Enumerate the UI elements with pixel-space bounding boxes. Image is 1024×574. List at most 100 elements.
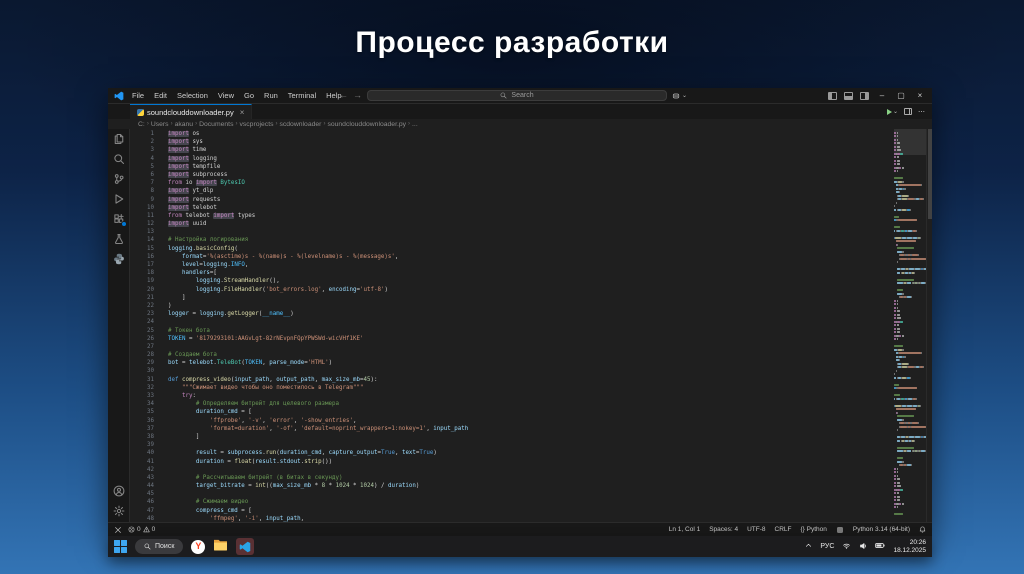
- code-line[interactable]: 17 level=logging.INFO,: [130, 261, 894, 269]
- code-line[interactable]: 3 import time: [130, 146, 894, 154]
- testing-icon[interactable]: [112, 232, 126, 246]
- run-python-file-button[interactable]: ⌄: [886, 108, 898, 115]
- maximize-button[interactable]: ▢: [895, 91, 907, 100]
- breadcrumb[interactable]: C: › Users › akanu › Documents › vscprojects › scd…: [108, 119, 932, 129]
- breadcrumb-item[interactable]: ...: [412, 121, 418, 128]
- code-line[interactable]: 42: [130, 466, 894, 474]
- code-line[interactable]: 10 import telebot: [130, 204, 894, 212]
- scrollbar-thumb[interactable]: [928, 129, 932, 219]
- python-interpreter-button[interactable]: Python 3.14 (64-bit): [853, 526, 910, 533]
- menu-item-run[interactable]: Run: [260, 89, 282, 102]
- code-line[interactable]: 40 result = subprocess.run(duration_cmd,…: [130, 449, 894, 457]
- code-line[interactable]: 26 TOKEN = '8179293101:AAGvLgt-82rNEvpnFQ…: [130, 335, 894, 343]
- toggle-sidebar-button[interactable]: [828, 91, 837, 100]
- yandex-browser-icon[interactable]: Y: [191, 539, 206, 554]
- code-line[interactable]: 34 # Определяем битрейт для целевого раз…: [130, 400, 894, 408]
- formatter-button[interactable]: [836, 526, 844, 534]
- back-arrow-icon[interactable]: ←: [339, 91, 348, 100]
- tab-close-icon[interactable]: ×: [240, 108, 245, 117]
- code-line[interactable]: 14 # Настройка логирования: [130, 236, 894, 244]
- code-line[interactable]: 46 # Сжимаем видео: [130, 498, 894, 506]
- code-line[interactable]: 31 def compress_video(input_path, output_…: [130, 376, 894, 384]
- code-line[interactable]: 21 ]: [130, 294, 894, 302]
- forward-arrow-icon[interactable]: →: [353, 91, 362, 100]
- breadcrumb-item[interactable]: vscprojects: [239, 121, 273, 128]
- tab-soundclouddownloader[interactable]: soundclouddownloader.py ×: [130, 104, 253, 119]
- code-line[interactable]: 24: [130, 318, 894, 326]
- code-line[interactable]: 33 try:: [130, 392, 894, 400]
- problems-button[interactable]: 0 0: [128, 526, 155, 533]
- taskbar-search[interactable]: Поиск: [135, 539, 184, 554]
- code-line[interactable]: 38 ]: [130, 433, 894, 441]
- minimap[interactable]: [894, 129, 926, 522]
- menu-item-view[interactable]: View: [214, 89, 238, 102]
- editor[interactable]: 1 import os 2 import sys 3 import time 4 import…: [130, 129, 894, 522]
- code-line[interactable]: 11 from telebot import types: [130, 212, 894, 220]
- code-line[interactable]: 35 duration_cmd = [: [130, 408, 894, 416]
- menu-item-terminal[interactable]: Terminal: [284, 89, 320, 102]
- wifi-icon[interactable]: [842, 542, 851, 552]
- breadcrumb-item[interactable]: Users: [151, 121, 169, 128]
- source-control-icon[interactable]: [112, 172, 126, 186]
- code-line[interactable]: 6 import subprocess: [130, 171, 894, 179]
- menu-item-selection[interactable]: Selection: [173, 89, 212, 102]
- close-button[interactable]: ×: [914, 91, 926, 100]
- code-line[interactable]: 28 # Создаем бота: [130, 351, 894, 359]
- run-debug-icon[interactable]: [112, 192, 126, 206]
- taskbar-clock[interactable]: 20:26 18.12.2025: [893, 539, 926, 555]
- breadcrumb-item[interactable]: Documents: [199, 121, 233, 128]
- eol-button[interactable]: CRLF: [775, 526, 792, 533]
- code-line[interactable]: 36 'ffprobe', '-v', 'error', '-show_entr…: [130, 417, 894, 425]
- code-line[interactable]: 16 format='%(asctime)s - %(name)s - %(le…: [130, 253, 894, 261]
- code-line[interactable]: 29 bot = telebot.TeleBot(TOKEN, parse_mod…: [130, 359, 894, 367]
- minimize-button[interactable]: –: [876, 91, 888, 100]
- language-mode-button[interactable]: {} Python: [801, 526, 827, 533]
- menu-item-file[interactable]: File: [128, 89, 148, 102]
- code-line[interactable]: 37 'format=duration', '-of', 'default=no…: [130, 425, 894, 433]
- code-line[interactable]: 8 import yt_dlp: [130, 187, 894, 195]
- toggle-secondary-sidebar-button[interactable]: [860, 91, 869, 100]
- code-line[interactable]: 22): [130, 302, 894, 310]
- breadcrumb-item[interactable]: soundclouddownloader.py: [327, 121, 406, 128]
- code-line[interactable]: 9 import requests: [130, 196, 894, 204]
- vscode-taskbar-icon[interactable]: [236, 538, 255, 555]
- code-line[interactable]: 13: [130, 228, 894, 236]
- remote-indicator-button[interactable]: [114, 526, 122, 534]
- code-line[interactable]: 30: [130, 367, 894, 375]
- code-line[interactable]: 23 logger = logging.getLogger(__name__): [130, 310, 894, 318]
- file-explorer-icon[interactable]: [213, 538, 228, 556]
- explorer-icon[interactable]: [112, 132, 126, 146]
- code-line[interactable]: 25 # Токен бота: [130, 327, 894, 335]
- command-center-search[interactable]: Search: [367, 90, 668, 101]
- code-line[interactable]: 45: [130, 490, 894, 498]
- breadcrumb-item[interactable]: C:: [138, 121, 145, 128]
- code-line[interactable]: 27: [130, 343, 894, 351]
- language-indicator[interactable]: РУС: [820, 543, 834, 550]
- code-line[interactable]: 1 import os: [130, 130, 894, 138]
- split-editor-button[interactable]: [904, 108, 912, 115]
- menu-item-go[interactable]: Go: [240, 89, 258, 102]
- toggle-panel-button[interactable]: [844, 91, 853, 100]
- battery-icon[interactable]: [875, 542, 886, 551]
- code-line[interactable]: 43 # Рассчитываем битрейт (в битах в сек…: [130, 474, 894, 482]
- code-line[interactable]: 47 compress_cmd = [: [130, 507, 894, 515]
- code-line[interactable]: 12 import uuid: [130, 220, 894, 228]
- tray-chevron-up-icon[interactable]: [805, 542, 812, 551]
- code-line[interactable]: 4 import logging: [130, 155, 894, 163]
- code-line[interactable]: 15 logging.basicConfig(: [130, 245, 894, 253]
- menu-item-edit[interactable]: Edit: [150, 89, 171, 102]
- code-line[interactable]: 32 """Сжимает видео чтобы оно поместилос…: [130, 384, 894, 392]
- indentation-button[interactable]: Spaces: 4: [709, 526, 738, 533]
- code-line[interactable]: 44 target_bitrate = int((max_size_mb * 8…: [130, 482, 894, 490]
- code-line[interactable]: 48 'ffmpeg', '-i', input_path,: [130, 515, 894, 522]
- encoding-button[interactable]: UTF-8: [747, 526, 765, 533]
- code-line[interactable]: 18 handlers=[: [130, 269, 894, 277]
- code-line[interactable]: 39: [130, 441, 894, 449]
- search-icon[interactable]: [112, 152, 126, 166]
- python-extension-icon[interactable]: [112, 252, 126, 266]
- notifications-button[interactable]: [919, 526, 926, 533]
- start-button[interactable]: [114, 540, 127, 553]
- code-line[interactable]: 20 logging.FileHandler('bot_errors.log',…: [130, 286, 894, 294]
- cursor-position-button[interactable]: Ln 1, Col 1: [669, 526, 700, 533]
- code-line[interactable]: 41 duration = float(result.stdout.strip(…: [130, 458, 894, 466]
